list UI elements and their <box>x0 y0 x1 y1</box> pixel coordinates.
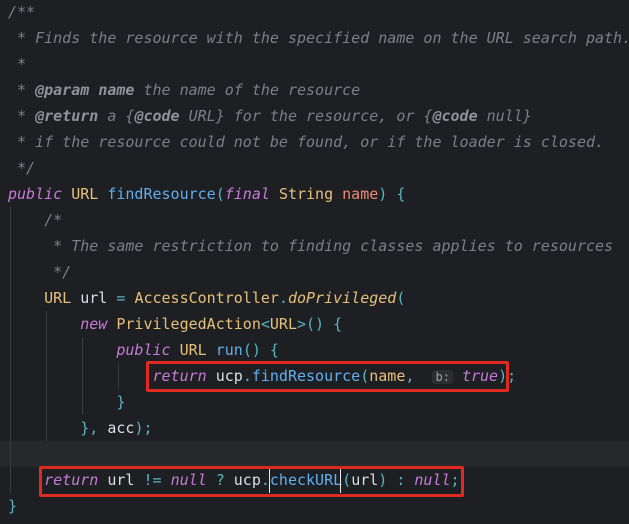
code-token: @code <box>134 107 180 125</box>
code-line[interactable]: new PrivilegedAction<URL>() { <box>0 311 629 337</box>
code-token: >() <box>297 315 325 333</box>
code-token: public <box>8 185 63 203</box>
code-line[interactable] <box>0 441 629 467</box>
selection-edge <box>340 469 341 493</box>
code-line[interactable]: /** <box>0 0 629 25</box>
code-line[interactable]: * Finds the resource with the specified … <box>0 25 629 51</box>
code-token: url <box>71 289 117 307</box>
code-line[interactable]: public URL findResource(final String nam… <box>0 181 629 207</box>
code-line[interactable]: */ <box>0 155 629 181</box>
code-token: */ <box>8 159 36 177</box>
code-token: ); <box>134 419 153 437</box>
code-line[interactable]: } <box>0 389 629 415</box>
code-token: @param <box>35 81 90 99</box>
code-token: } <box>116 393 126 411</box>
code-token: URL <box>179 341 207 359</box>
code-token: a { <box>98 107 135 125</box>
code-token: ) <box>378 185 388 203</box>
code-line[interactable]: }, acc); <box>0 415 629 441</box>
code-line[interactable]: * if the resource could not be found, or… <box>0 129 629 155</box>
indent-guide <box>46 311 47 441</box>
code-token: { <box>396 185 406 203</box>
code-token: AccessController <box>134 289 279 307</box>
code-token: . <box>278 289 288 307</box>
code-token: public <box>116 341 171 359</box>
indent-guide <box>118 363 119 389</box>
code-token: URL <box>269 315 297 333</box>
code-token: { <box>333 315 343 333</box>
code-line[interactable]: public URL run() { <box>0 337 629 363</box>
highlight-box-return-check-url <box>39 466 464 497</box>
code-token: * <box>8 107 36 125</box>
code-token: * <box>8 81 36 99</box>
code-token: /** <box>8 3 36 21</box>
code-token: { <box>269 341 279 359</box>
code-token: ( <box>215 185 225 203</box>
code-token: @return <box>35 107 99 125</box>
code-token: String <box>278 185 334 203</box>
code-line[interactable]: URL url = AccessController.doPrivileged( <box>0 285 629 311</box>
code-token: /* <box>44 211 63 229</box>
code-token: new <box>80 315 108 333</box>
code-token: () <box>242 341 261 359</box>
highlight-box-find-resource <box>146 361 509 392</box>
code-token: URL <box>71 185 99 203</box>
code-token: findResource <box>107 185 216 203</box>
code-token: name <box>342 185 379 203</box>
code-token: run <box>215 341 243 359</box>
code-line[interactable]: */ <box>0 259 629 285</box>
code-token: }, <box>80 419 99 437</box>
code-token: the name of the resource <box>134 81 361 99</box>
code-token: name <box>98 81 135 99</box>
code-token: * Finds the resource with the specified … <box>8 29 629 47</box>
code-token: * <box>8 55 27 73</box>
code-token: ( <box>396 289 406 307</box>
code-line[interactable]: /* <box>0 207 629 233</box>
code-token: * if the resource could not be found, or… <box>8 133 605 151</box>
code-token: @code <box>432 107 478 125</box>
code-token: URL <box>44 289 72 307</box>
code-token: * The same restriction to finding classe… <box>44 237 614 255</box>
code-line[interactable]: * @param name the name of the resource <box>0 77 629 103</box>
code-token: doPrivileged <box>287 289 397 307</box>
code-token: PrivilegedAction <box>116 315 261 333</box>
indent-guide <box>82 337 83 415</box>
code-token: acc <box>98 419 135 437</box>
code-token: < <box>260 315 270 333</box>
code-editor[interactable]: /** * Finds the resource with the specif… <box>0 0 629 519</box>
code-token: final <box>224 185 270 203</box>
code-line[interactable]: * <box>0 51 629 77</box>
code-line[interactable]: * The same restriction to finding classe… <box>0 233 629 259</box>
code-token: } <box>8 497 18 515</box>
text-cursor <box>269 469 270 493</box>
indent-guide <box>10 207 11 493</box>
code-token: URL} for the resource, or { <box>179 107 433 125</box>
code-token: */ <box>44 263 72 281</box>
code-line[interactable]: * @return a {@code URL} for the resource… <box>0 103 629 129</box>
code-token: null} <box>477 107 532 125</box>
